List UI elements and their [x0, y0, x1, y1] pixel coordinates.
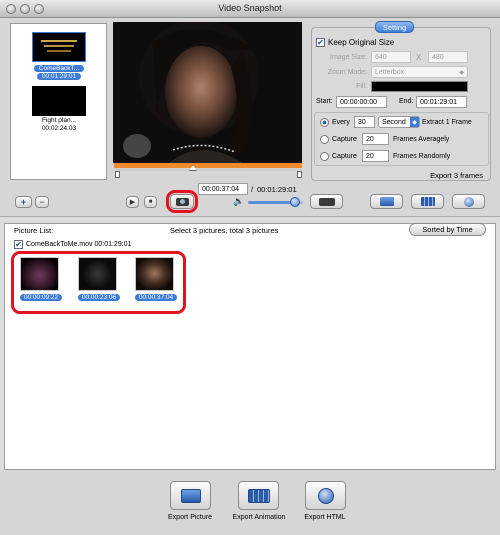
timeline-track	[114, 168, 302, 171]
export-animation-small-button[interactable]	[411, 194, 444, 209]
start-time-field[interactable]: 00:00:00:00	[336, 96, 387, 108]
start-label: Start:	[316, 98, 333, 105]
picture-time-2: 00:00:23:06	[78, 294, 120, 301]
picture-list-label: Picture List:	[14, 226, 54, 235]
every-unit-value: Second	[382, 118, 406, 126]
fill-label: Fill:	[356, 83, 367, 90]
timeline-end-handle[interactable]	[297, 171, 302, 178]
volume-slider-fill	[248, 201, 295, 204]
sort-by-time-button[interactable]: Sorted by Time	[409, 223, 486, 236]
globe-export-icon	[463, 196, 474, 207]
video-frame-image	[113, 22, 302, 163]
picture-time-3: 00:00:37:04	[135, 294, 177, 301]
picture-item-2[interactable]: 00:00:23:06	[78, 257, 120, 301]
every-value-field[interactable]: 30	[354, 116, 375, 128]
export-html-label: Export HTML	[304, 514, 346, 521]
height-field[interactable]: 480	[428, 51, 468, 63]
export-animation-label: Export Animation	[232, 514, 286, 521]
capture-randomly-label: Capture	[332, 153, 357, 160]
every-suffix: Extract 1 Frame	[422, 119, 472, 126]
camera-multi-icon	[318, 197, 335, 206]
image-size-label: Image Size:	[330, 54, 367, 61]
stop-button[interactable]: ■	[144, 196, 157, 208]
capture-averagely-field[interactable]: 20	[362, 133, 389, 145]
play-button[interactable]: ▶	[126, 196, 139, 208]
group-select-checkbox[interactable]: ✔	[14, 240, 23, 249]
capture-averagely-suffix: Frames Averagely	[393, 136, 450, 143]
video-preview[interactable]	[113, 22, 302, 163]
video-item-2-caption[interactable]: Fight plan... 00:02:24:03	[16, 117, 102, 133]
end-label: End:	[399, 98, 414, 105]
volume-slider-knob[interactable]	[289, 197, 300, 207]
time-separator: /	[251, 185, 254, 194]
timeline-start-handle[interactable]	[115, 171, 120, 178]
every-label: Every	[332, 119, 350, 126]
divider	[0, 216, 500, 217]
picture-export-icon	[379, 197, 394, 206]
film-export-icon	[247, 488, 270, 503]
picture-thumbnail-2	[78, 257, 117, 291]
end-time-field[interactable]: 00:01:29:01	[416, 96, 467, 108]
picture-list-summary: Select 3 pictures, total 3 pictures	[170, 226, 279, 235]
zoom-mode-value: Letterbox	[375, 68, 405, 76]
video-item-2-name: Fight plan...	[42, 117, 76, 124]
fill-color-swatch[interactable]	[371, 81, 468, 92]
chevron-updown-icon: ◆	[459, 69, 464, 76]
export-picture-small-button[interactable]	[370, 194, 403, 209]
every-unit-select[interactable]: Second ◆	[378, 116, 420, 128]
width-field[interactable]: 640	[371, 51, 411, 63]
tab-setting[interactable]: Setting	[375, 21, 414, 33]
capture-randomly-suffix: Frames Randomly	[393, 153, 451, 160]
picture-export-icon	[180, 488, 201, 503]
window-title: Video Snapshot	[218, 3, 282, 13]
zoom-mode-label: Zoom Mode:	[327, 69, 367, 76]
capture-randomly-radio[interactable]	[320, 152, 329, 161]
film-export-icon	[420, 197, 435, 206]
export-animation-button[interactable]	[238, 481, 279, 510]
remove-video-button[interactable]: −	[35, 196, 49, 208]
video-item-1-caption[interactable]: ComeBackT... 00:01:29:01	[16, 65, 102, 81]
export-picture-label: Export Picture	[168, 514, 212, 521]
video-thumbnail-2[interactable]	[32, 86, 86, 116]
add-video-button[interactable]: +	[15, 196, 32, 208]
picture-item-3[interactable]: 00:00:37:04	[135, 257, 177, 301]
capture-averagely-label: Capture	[332, 136, 357, 143]
every-radio[interactable]	[320, 118, 329, 127]
picture-thumbnail-3	[135, 257, 174, 291]
volume-icon: 🔈	[233, 196, 245, 206]
globe-export-icon	[317, 487, 334, 504]
size-x-label: X	[416, 53, 422, 62]
export-html-small-button[interactable]	[452, 194, 485, 209]
export-picture-button[interactable]	[170, 481, 211, 510]
keep-original-size-label: Keep Original Size	[328, 38, 395, 47]
keep-original-size-checkbox[interactable]: ✔	[316, 38, 325, 47]
export-count-text: Export 3 frames	[430, 171, 483, 180]
zoom-mode-select[interactable]: Letterbox ◆	[371, 66, 468, 78]
capture-averagely-radio[interactable]	[320, 135, 329, 144]
export-html-button[interactable]	[305, 481, 346, 510]
video-item-1-duration: 00:01:29:01	[36, 73, 82, 80]
current-time-field[interactable]: 00:00:37:04	[198, 183, 248, 195]
video-list[interactable]: ComeBackT... 00:01:29:01 Fight plan... 0…	[10, 23, 107, 180]
batch-snapshot-button[interactable]	[310, 194, 343, 209]
snapshot-button[interactable]	[170, 194, 194, 209]
group-title: ComeBackToMe.mov 00:01:29:01	[26, 241, 132, 248]
picture-item-1[interactable]: 00:00:09:22	[20, 257, 62, 301]
chevron-updown-icon: ◆	[410, 117, 419, 127]
picture-time-1: 00:00:09:22	[20, 294, 62, 301]
total-time: 00:01:29:01	[257, 185, 297, 194]
picture-thumbnail-1	[20, 257, 59, 291]
capture-randomly-field[interactable]: 20	[362, 150, 389, 162]
video-item-1-name: ComeBackT...	[33, 65, 85, 72]
video-item-2-duration: 00:02:24:03	[41, 125, 77, 132]
video-thumbnail-1[interactable]	[32, 32, 86, 62]
camera-icon	[175, 197, 189, 206]
